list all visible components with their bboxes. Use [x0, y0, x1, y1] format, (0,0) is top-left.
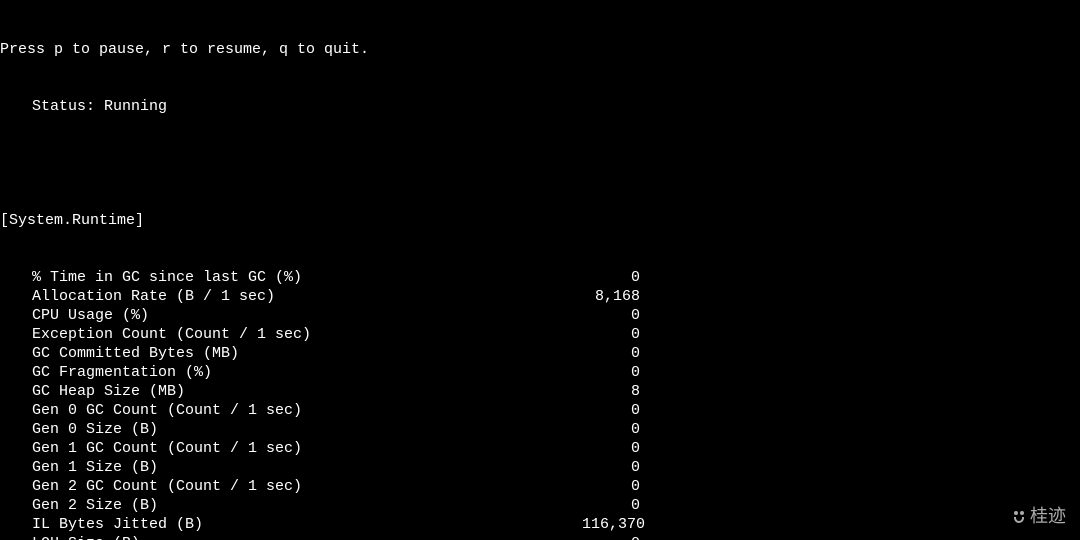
status-line: Status: Running [0, 97, 1080, 116]
status-value: Running [104, 97, 167, 116]
metric-value: 0 [582, 458, 640, 477]
metric-value: 116,370 [582, 515, 640, 534]
metric-value: 8,168 [582, 287, 640, 306]
metric-row: GC Committed Bytes (MB)0 [0, 344, 1080, 363]
metric-row: % Time in GC since last GC (%)0 [0, 268, 1080, 287]
metric-label: GC Heap Size (MB) [32, 382, 582, 401]
metric-row: Gen 2 Size (B)0 [0, 496, 1080, 515]
metric-label: IL Bytes Jitted (B) [32, 515, 582, 534]
wechat-icon [1014, 511, 1024, 523]
metric-label: Exception Count (Count / 1 sec) [32, 325, 582, 344]
metric-row: Gen 1 GC Count (Count / 1 sec)0 [0, 439, 1080, 458]
metric-value: 0 [582, 420, 640, 439]
metric-label: GC Committed Bytes (MB) [32, 344, 582, 363]
metric-value: 0 [582, 268, 640, 287]
metric-row: Allocation Rate (B / 1 sec)8,168 [0, 287, 1080, 306]
status-label: Status: [32, 97, 95, 116]
metric-value: 0 [582, 477, 640, 496]
watermark: 桂迹 [1014, 507, 1066, 526]
metric-row: Gen 0 Size (B)0 [0, 420, 1080, 439]
metric-value: 0 [582, 401, 640, 420]
blank-line [0, 154, 1080, 173]
metric-value: 0 [582, 496, 640, 515]
metric-row: IL Bytes Jitted (B)116,370 [0, 515, 1080, 534]
metric-label: Gen 0 Size (B) [32, 420, 582, 439]
metric-label: GC Fragmentation (%) [32, 363, 582, 382]
metric-label: CPU Usage (%) [32, 306, 582, 325]
metric-row: Exception Count (Count / 1 sec)0 [0, 325, 1080, 344]
metric-row: Gen 2 GC Count (Count / 1 sec)0 [0, 477, 1080, 496]
metric-row: GC Fragmentation (%)0 [0, 363, 1080, 382]
metric-value: 0 [582, 344, 640, 363]
terminal-output: Press p to pause, r to resume, q to quit… [0, 0, 1080, 540]
metric-label: % Time in GC since last GC (%) [32, 268, 582, 287]
metric-value: 8 [582, 382, 640, 401]
metric-label: Gen 2 GC Count (Count / 1 sec) [32, 477, 582, 496]
metric-row: LOH Size (B)0 [0, 534, 1080, 540]
help-line: Press p to pause, r to resume, q to quit… [0, 40, 1080, 59]
section-title: [System.Runtime] [0, 211, 1080, 230]
metric-label: LOH Size (B) [32, 534, 582, 540]
metric-row: GC Heap Size (MB)8 [0, 382, 1080, 401]
metric-value: 0 [582, 534, 640, 540]
watermark-text: 桂迹 [1030, 507, 1066, 526]
metric-label: Gen 2 Size (B) [32, 496, 582, 515]
metric-label: Gen 1 Size (B) [32, 458, 582, 477]
metric-value: 0 [582, 306, 640, 325]
metric-row: CPU Usage (%)0 [0, 306, 1080, 325]
metric-label: Gen 0 GC Count (Count / 1 sec) [32, 401, 582, 420]
metric-label: Gen 1 GC Count (Count / 1 sec) [32, 439, 582, 458]
metric-value: 0 [582, 325, 640, 344]
metric-value: 0 [582, 363, 640, 382]
metric-row: Gen 1 Size (B)0 [0, 458, 1080, 477]
metric-value: 0 [582, 439, 640, 458]
metric-row: Gen 0 GC Count (Count / 1 sec)0 [0, 401, 1080, 420]
metrics-table: % Time in GC since last GC (%)0Allocatio… [0, 268, 1080, 540]
metric-label: Allocation Rate (B / 1 sec) [32, 287, 582, 306]
